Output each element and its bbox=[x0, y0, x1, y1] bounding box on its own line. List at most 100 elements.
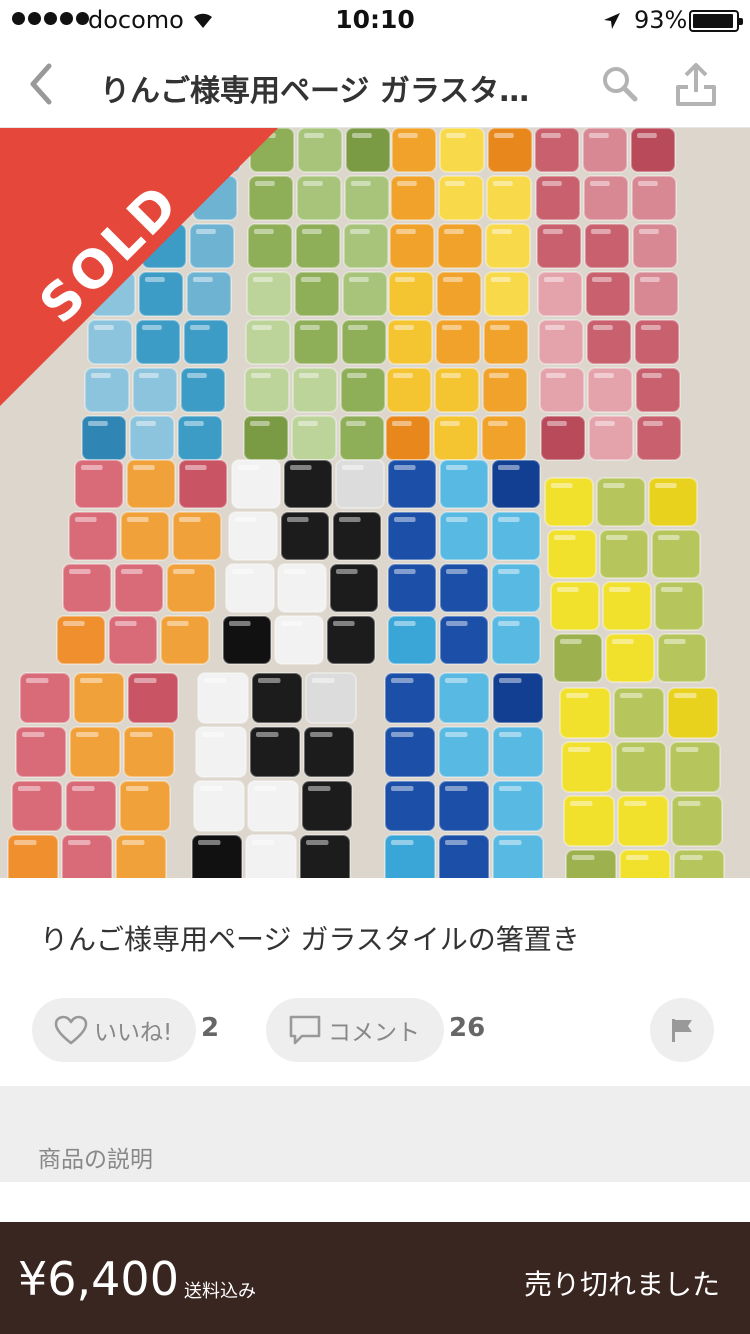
tile-highlight bbox=[655, 483, 677, 488]
tile-highlight bbox=[492, 229, 512, 234]
tile-highlight bbox=[115, 621, 137, 626]
tile-highlight bbox=[347, 373, 367, 378]
tile-highlight bbox=[626, 855, 649, 860]
tile-highlight bbox=[391, 840, 414, 845]
tile-highlight bbox=[252, 840, 275, 845]
tile-highlight bbox=[190, 325, 210, 330]
tile-highlight bbox=[546, 373, 566, 378]
nav-bar: りんご様専用ページ ガラスタイルの箸置き bbox=[0, 40, 750, 128]
tile-highlight bbox=[446, 133, 466, 138]
tile-highlight bbox=[193, 277, 213, 282]
tile-highlight bbox=[664, 639, 686, 644]
like-button[interactable]: いいね! bbox=[32, 998, 196, 1062]
report-button[interactable] bbox=[650, 998, 714, 1062]
tile-highlight bbox=[301, 277, 321, 282]
tile-highlight bbox=[256, 133, 276, 138]
tile-highlight bbox=[547, 421, 567, 426]
tile-highlight bbox=[551, 483, 573, 488]
share-button[interactable] bbox=[670, 58, 722, 110]
tile-highlight bbox=[640, 277, 660, 282]
tile-highlight bbox=[498, 569, 520, 574]
share-icon bbox=[676, 63, 716, 106]
tile-highlight bbox=[393, 373, 413, 378]
tile-highlight bbox=[202, 133, 222, 138]
tile-highlight bbox=[134, 678, 157, 683]
tile-highlight bbox=[281, 621, 303, 626]
tile-highlight bbox=[446, 569, 468, 574]
tile-highlight bbox=[491, 277, 511, 282]
tile-highlight bbox=[352, 133, 372, 138]
tile-highlight bbox=[121, 569, 143, 574]
tile-highlight bbox=[612, 639, 634, 644]
tile-highlight bbox=[440, 421, 460, 426]
tile-highlight bbox=[445, 840, 468, 845]
tile-highlight bbox=[494, 133, 514, 138]
tile-highlight bbox=[254, 786, 277, 791]
tile-highlight bbox=[302, 229, 322, 234]
tile-highlight bbox=[154, 133, 174, 138]
tile-highlight bbox=[678, 801, 701, 806]
back-button[interactable] bbox=[18, 56, 66, 112]
tile-highlight bbox=[557, 587, 579, 592]
tile-highlight bbox=[591, 229, 611, 234]
tile-highlight bbox=[445, 678, 468, 683]
tile-highlight bbox=[543, 229, 563, 234]
comment-button[interactable]: コメント bbox=[266, 998, 444, 1062]
tile-highlight bbox=[91, 373, 111, 378]
glass-tile bbox=[565, 849, 617, 878]
tile-highlight bbox=[349, 277, 369, 282]
tile-highlight bbox=[185, 465, 207, 470]
tile-highlight bbox=[26, 678, 49, 683]
tile-highlight bbox=[80, 678, 103, 683]
tile-highlight bbox=[609, 587, 631, 592]
tile-highlight bbox=[589, 133, 609, 138]
tile-highlight bbox=[69, 569, 91, 574]
tile-highlight bbox=[255, 181, 275, 186]
tile-highlight bbox=[661, 587, 683, 592]
tile-highlight bbox=[498, 465, 520, 470]
location-arrow-icon bbox=[602, 9, 622, 37]
tile-highlight bbox=[593, 325, 613, 330]
tile-highlight bbox=[595, 421, 615, 426]
tile-highlight bbox=[592, 277, 612, 282]
tile-highlight bbox=[250, 421, 270, 426]
chevron-left-icon bbox=[30, 63, 52, 105]
tile-highlight bbox=[446, 517, 468, 522]
tile-highlight bbox=[238, 465, 260, 470]
tile-highlight bbox=[499, 840, 522, 845]
tile-highlight bbox=[676, 747, 699, 752]
tile-highlight bbox=[490, 325, 510, 330]
product-image[interactable]: SOLD bbox=[0, 128, 750, 878]
tile-highlight bbox=[88, 421, 108, 426]
tile-highlight bbox=[570, 801, 593, 806]
tile-highlight bbox=[229, 621, 251, 626]
comment-label: コメント bbox=[328, 1020, 420, 1046]
tile-highlight bbox=[392, 421, 412, 426]
tile-highlight bbox=[566, 693, 589, 698]
tile-highlight bbox=[256, 732, 279, 737]
like-label: いいね! bbox=[94, 1020, 173, 1046]
price: ¥6,400 bbox=[18, 1252, 179, 1306]
tile-highlight bbox=[541, 133, 561, 138]
tile-highlight bbox=[68, 840, 91, 845]
tile-highlight bbox=[590, 181, 610, 186]
search-button[interactable] bbox=[596, 60, 644, 108]
tile-highlight bbox=[290, 465, 312, 470]
tile-highlight bbox=[346, 421, 366, 426]
tile-highlight bbox=[639, 229, 659, 234]
tile-highlight bbox=[620, 693, 643, 698]
nav-title: りんご様専用ページ ガラスタイルの箸置き bbox=[100, 74, 550, 109]
tile-highlight bbox=[397, 181, 417, 186]
tile-highlight bbox=[350, 229, 370, 234]
tile-highlight bbox=[235, 517, 257, 522]
like-count: 2 bbox=[201, 1013, 220, 1043]
tile-highlight bbox=[544, 277, 564, 282]
tile-highlight bbox=[310, 732, 333, 737]
tile-highlight bbox=[75, 517, 97, 522]
tile-highlight bbox=[542, 181, 562, 186]
tile-highlight bbox=[394, 465, 416, 470]
tile-highlight bbox=[394, 621, 416, 626]
battery-percent: 93% bbox=[634, 6, 688, 34]
tile-highlight bbox=[339, 517, 361, 522]
tile-highlight bbox=[394, 325, 414, 330]
